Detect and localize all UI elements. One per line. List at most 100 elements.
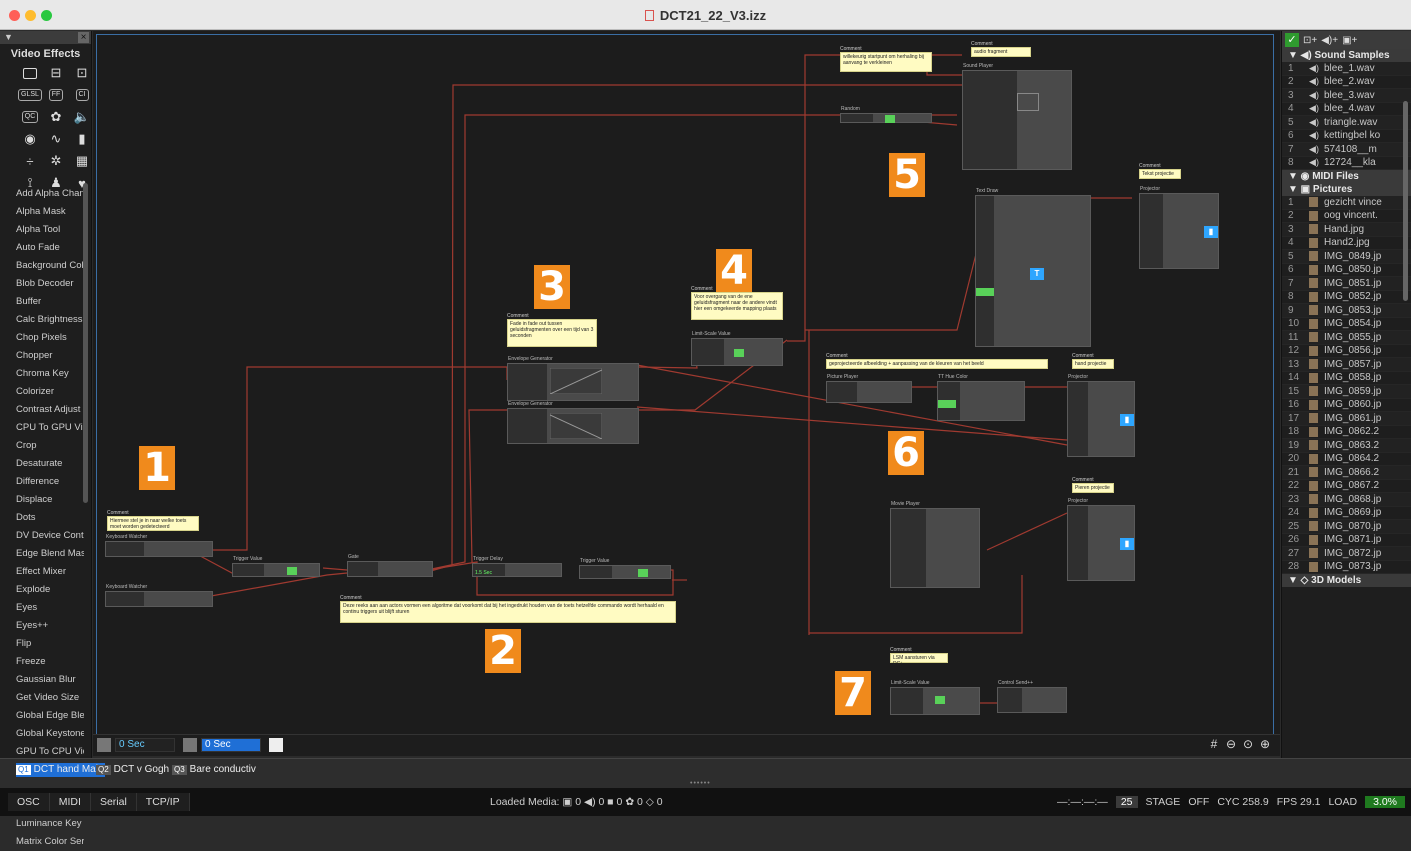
midi-button[interactable]: MIDI bbox=[49, 793, 91, 811]
patch-canvas[interactable]: 1 2 3 4 5 6 7 Comment Hiermee stel je in… bbox=[93, 31, 1280, 739]
mouse-icon[interactable]: ◉ bbox=[20, 130, 40, 148]
effect-item[interactable]: Flip bbox=[0, 635, 84, 653]
picture-item[interactable]: 3 Hand.jpg bbox=[1282, 223, 1411, 237]
effect-item[interactable]: Global Edge Bler bbox=[0, 707, 84, 725]
glsl-icon[interactable]: GLSL bbox=[18, 86, 42, 104]
text-draw-actor[interactable]: Text Draw T bbox=[975, 188, 1091, 347]
sound-samples-section[interactable]: ▼ ◀) Sound Samples bbox=[1282, 49, 1411, 62]
picture-item[interactable]: 9 IMG_0853.jp bbox=[1282, 304, 1411, 318]
plus-minus-icon[interactable]: ÷ bbox=[20, 152, 40, 170]
sound-item[interactable]: 1 ◀) blee_1.wav bbox=[1282, 62, 1411, 76]
cup-icon[interactable]: ▮ bbox=[72, 130, 92, 148]
picture-item[interactable]: 12 IMG_0856.jp bbox=[1282, 345, 1411, 358]
effect-item[interactable]: Matrix Color Ser bbox=[0, 833, 84, 851]
midi-files-section[interactable]: ▼ ◉ MIDI Files bbox=[1282, 170, 1411, 183]
comment-6c[interactable]: Pieren projectie bbox=[1072, 483, 1114, 493]
keyboard-icon[interactable]: ▦ bbox=[72, 152, 92, 170]
sound-item[interactable]: 7 ◀) 574108__m bbox=[1282, 143, 1411, 157]
trigger-delay-actor[interactable]: Trigger Delay 1.5 Sec bbox=[472, 556, 562, 577]
effect-item[interactable]: Calc Brightness bbox=[0, 311, 84, 329]
effect-item[interactable]: Get Video Size bbox=[0, 689, 84, 707]
trigger-value-actor-2[interactable]: Trigger Value bbox=[579, 558, 671, 579]
tab-scene-3[interactable]: Q3 Bare conductiv bbox=[172, 763, 260, 777]
tab-scene-1[interactable]: Q1 DCT hand Mak bbox=[16, 763, 105, 777]
effect-item[interactable]: Contrast Adjust bbox=[0, 401, 84, 419]
picture-player-actor[interactable]: Picture Player bbox=[826, 374, 912, 403]
effect-item[interactable]: Explode bbox=[0, 581, 84, 599]
picture-item[interactable]: 19 IMG_0863.2 bbox=[1282, 439, 1411, 453]
sound-item[interactable]: 5 ◀) triangle.wav bbox=[1282, 116, 1411, 130]
picture-item[interactable]: 17 IMG_0861.jp bbox=[1282, 412, 1411, 426]
effect-item[interactable]: Global Keystone bbox=[0, 725, 84, 743]
effect-item[interactable]: Chopper bbox=[0, 347, 84, 365]
projector-actor-2[interactable]: Projector ▮ bbox=[1067, 374, 1135, 457]
pictures-section[interactable]: ▼ ▣ Pictures bbox=[1282, 183, 1411, 196]
trigger-value-actor[interactable]: Trigger Value bbox=[232, 556, 320, 577]
comment-6b[interactable]: hand projectie bbox=[1072, 359, 1114, 369]
3d-models-section[interactable]: ▼ ◇ 3D Models bbox=[1282, 574, 1411, 587]
effect-item[interactable]: Desaturate bbox=[0, 455, 84, 473]
effect-item[interactable]: Edge Blend Masl bbox=[0, 545, 84, 563]
random-actor[interactable]: Random bbox=[840, 106, 932, 123]
gate-actor[interactable]: Gate bbox=[347, 554, 433, 577]
comment-7[interactable]: LSM aansturen via DC+ bbox=[890, 653, 948, 667]
effect-item[interactable]: DV Device Contr bbox=[0, 527, 84, 545]
effect-item[interactable]: Add Alpha Chan bbox=[0, 185, 84, 203]
effect-item[interactable]: Dots bbox=[0, 509, 84, 527]
triangle-icon[interactable] bbox=[269, 738, 283, 752]
effect-item[interactable]: Alpha Mask bbox=[0, 203, 84, 221]
effect-item[interactable]: Colorizer bbox=[0, 383, 84, 401]
picture-item[interactable]: 6 IMG_0850.jp bbox=[1282, 264, 1411, 277]
picture-item[interactable]: 4 Hand2.jpg bbox=[1282, 237, 1411, 250]
close-panel-icon[interactable]: × bbox=[78, 32, 89, 43]
effect-item[interactable]: Effect Mixer bbox=[0, 563, 84, 581]
sound-player-actor[interactable]: Sound Player bbox=[962, 63, 1072, 170]
effect-item[interactable]: Buffer bbox=[0, 293, 84, 311]
zoom-out-icon[interactable]: ⊖ bbox=[1224, 737, 1238, 751]
sync-slider[interactable]: —:—:—:— bbox=[1057, 796, 1108, 808]
add-video-icon[interactable]: ⊡+ bbox=[1303, 35, 1317, 46]
comment-5b[interactable]: audio fragment bbox=[971, 47, 1031, 57]
sound-item[interactable]: 4 ◀) blee_4.wav bbox=[1282, 103, 1411, 116]
osc-button[interactable]: OSC bbox=[8, 793, 50, 811]
picture-item[interactable]: 5 IMG_0849.jp bbox=[1282, 250, 1411, 264]
effects-scrollbar[interactable] bbox=[83, 183, 88, 503]
picture-item[interactable]: 21 IMG_0866.2 bbox=[1282, 466, 1411, 480]
picture-item[interactable]: 7 IMG_0851.jp bbox=[1282, 277, 1411, 291]
picture-item[interactable]: 22 IMG_0867.2 bbox=[1282, 480, 1411, 493]
palette-icon[interactable]: ✿ bbox=[46, 108, 66, 126]
qc-icon[interactable]: QC bbox=[20, 108, 40, 126]
collapse-triangle-icon[interactable]: ▼ bbox=[4, 32, 13, 42]
picture-item[interactable]: 1 gezicht vince bbox=[1282, 196, 1411, 210]
effect-item[interactable]: Luminance Key bbox=[0, 815, 84, 833]
comment-2[interactable]: Deze reeks aan aan actors vormen een alg… bbox=[340, 601, 676, 623]
tcpip-button[interactable]: TCP/IP bbox=[136, 793, 190, 811]
effect-item[interactable]: Gaussian Blur bbox=[0, 671, 84, 689]
picture-item[interactable]: 15 IMG_0859.jp bbox=[1282, 385, 1411, 399]
ff-icon[interactable]: FF bbox=[46, 86, 66, 104]
grid-icon[interactable]: # bbox=[1207, 737, 1221, 751]
delay-value[interactable]: 1.5 Sec bbox=[475, 570, 492, 576]
keyboard-watcher-actor-2[interactable]: Keyboard Watcher bbox=[105, 584, 213, 607]
zoom-in-icon[interactable]: ⊕ bbox=[1258, 737, 1272, 751]
comment-1[interactable]: Hiermee stel je in naar welke toets moet… bbox=[107, 516, 199, 531]
video-out-icon[interactable]: ⊡ bbox=[72, 64, 92, 82]
effect-item[interactable]: CPU To GPU Vide bbox=[0, 419, 84, 437]
picture-item[interactable]: 24 IMG_0869.jp bbox=[1282, 507, 1411, 520]
keyboard-watcher-actor[interactable]: Keyboard Watcher bbox=[105, 534, 213, 557]
sound-item[interactable]: 3 ◀) blee_3.wav bbox=[1282, 89, 1411, 103]
picture-item[interactable]: 18 IMG_0862.2 bbox=[1282, 426, 1411, 439]
effect-item[interactable]: Chroma Key bbox=[0, 365, 84, 383]
zoom-reset-icon[interactable]: ⊙ bbox=[1241, 737, 1255, 751]
envelope-generator-actor-2[interactable]: Envelope Generator bbox=[507, 401, 639, 444]
comment-5a[interactable]: willekeurig startpunt om herhaling bij a… bbox=[840, 52, 932, 72]
control-send-actor[interactable]: Control Send++ bbox=[997, 680, 1067, 713]
effect-item[interactable]: Freeze bbox=[0, 653, 84, 671]
comment-3[interactable]: Fade in fade out tussen geluidsfragmente… bbox=[507, 319, 597, 347]
effect-item[interactable]: Eyes++ bbox=[0, 617, 84, 635]
effect-item[interactable]: Displace bbox=[0, 491, 84, 509]
limit-scale-value-actor[interactable]: Limit-Scale Value bbox=[691, 331, 783, 366]
hsl-adjust-actor[interactable]: TT Hue Color bbox=[937, 374, 1025, 421]
envelope-generator-actor[interactable]: Envelope Generator bbox=[507, 356, 639, 401]
scene-editor[interactable]: 1 2 3 4 5 6 7 Comment Hiermee stel je in… bbox=[96, 34, 1274, 735]
